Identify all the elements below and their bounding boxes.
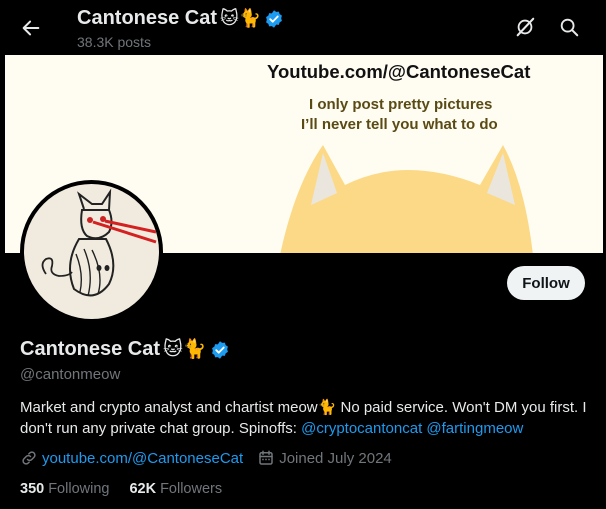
following-count: 350 [20, 481, 45, 497]
bio-link-cryptocantoncat[interactable]: @cryptocantoncat [301, 420, 422, 437]
header-emojis: 🐱🐈 [220, 7, 262, 29]
banner-line-2: I’ll never tell you what to do [301, 116, 498, 133]
bio: Market and crypto analyst and chartist m… [20, 397, 595, 439]
follow-counts: 350 Following 62K Followers [20, 481, 242, 497]
link-icon [22, 451, 36, 465]
joined-date: Joined July 2024 [279, 449, 392, 467]
following-label: Following [48, 481, 110, 497]
post-count: 38.3K posts [77, 34, 151, 50]
bio-emoji: 🐈 [317, 398, 337, 416]
followers-link[interactable]: 62K Followers [129, 481, 222, 497]
top-bar: Cantonese Cat 🐱🐈 38.3K posts [0, 0, 606, 55]
back-arrow-icon[interactable] [20, 17, 42, 39]
follow-button[interactable]: Follow [507, 266, 585, 300]
followers-count: 62K [129, 481, 157, 497]
banner-line-1: I only post pretty pictures [309, 96, 493, 113]
display-name-text: Cantonese Cat [20, 338, 161, 360]
display-name-emojis: 🐱🐈 [163, 338, 207, 360]
avatar-image [24, 184, 159, 319]
followers-label: Followers [160, 481, 223, 497]
calendar-icon [259, 450, 273, 465]
bio-link-fartingmeow[interactable]: @fartingmeow [426, 420, 523, 437]
user-handle: @cantonmeow [20, 366, 121, 383]
avatar[interactable] [20, 180, 163, 323]
profile-meta: youtube.com/@CantoneseCat Joined July 20… [20, 449, 392, 467]
header-title: Cantonese Cat 🐱🐈 [77, 7, 284, 30]
website-link[interactable]: youtube.com/@CantoneseCat [42, 450, 243, 467]
banner-cat-illustration [280, 145, 533, 253]
verified-badge-icon[interactable] [210, 340, 230, 360]
display-name: Cantonese Cat 🐱🐈 [20, 338, 230, 361]
cat-doodle-icon [41, 188, 157, 297]
header-title-text: Cantonese Cat [77, 7, 218, 29]
grok-slash-icon[interactable] [514, 16, 536, 38]
following-link[interactable]: 350 Following [20, 481, 109, 497]
bio-text-1: Market and crypto analyst and chartist m… [20, 399, 318, 416]
verified-badge-icon [266, 9, 283, 28]
banner-url-text: Youtube.com/@CantoneseCat [267, 61, 531, 82]
search-icon[interactable] [558, 16, 580, 38]
